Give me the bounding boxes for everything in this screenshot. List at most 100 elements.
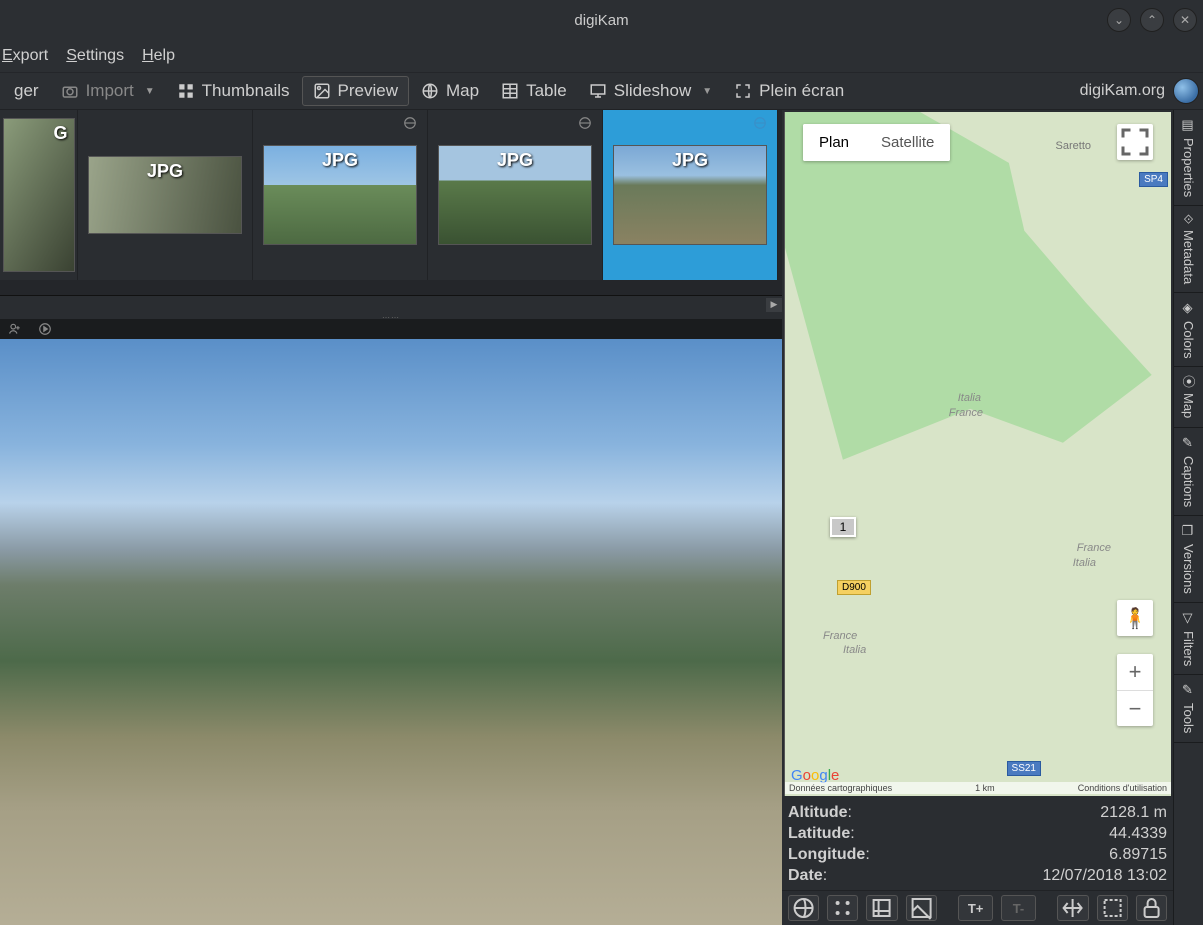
move-button[interactable] — [1057, 895, 1088, 921]
image-button[interactable] — [906, 895, 937, 921]
place-label: France — [1077, 542, 1111, 554]
format-badge: JPG — [672, 150, 708, 171]
place-label: Italia — [1073, 557, 1096, 569]
thumbnail-item[interactable]: JPG — [253, 110, 428, 280]
camera-icon — [61, 82, 79, 100]
menu-help[interactable]: Help — [142, 47, 175, 65]
tab-tools[interactable]: ✎Tools — [1174, 675, 1203, 742]
map-type-plan[interactable]: Plan — [803, 124, 865, 161]
tab-map[interactable]: ⦿Map — [1174, 367, 1203, 427]
format-badge: JPG — [147, 161, 183, 182]
road-label: SS21 — [1007, 761, 1041, 776]
tab-metadata[interactable]: ⟐Metadata — [1174, 206, 1203, 292]
map-fullscreen-button[interactable] — [1117, 124, 1153, 160]
toolbar-fullscreen[interactable]: Plein écran — [724, 77, 854, 105]
toolbar-thumbnails[interactable]: Thumbnails — [167, 77, 300, 105]
tab-filters[interactable]: ▽Filters — [1174, 603, 1203, 675]
map-icon: ⦿ — [1179, 375, 1198, 388]
presentation-icon — [589, 82, 607, 100]
window-title: digiKam — [574, 12, 628, 29]
scroll-right-icon[interactable]: ▶ — [766, 298, 782, 312]
place-label: Italia — [843, 644, 866, 656]
toolbar-import[interactable]: Import▼ — [51, 77, 165, 105]
zoom-in-button[interactable]: + — [1117, 654, 1153, 690]
geo-info-panel: Altitude:2128.1 m Latitude:44.4339 Longi… — [782, 798, 1173, 890]
toolbar-preview[interactable]: Preview — [302, 76, 409, 106]
thumbnail-item[interactable]: JPG — [78, 110, 253, 280]
titlebar: digiKam ⌄ ⌃ ✕ — [0, 0, 1203, 40]
tab-properties[interactable]: ▤Properties — [1174, 110, 1203, 206]
person-add-icon[interactable] — [8, 322, 22, 336]
tab-captions[interactable]: ✎Captions — [1174, 428, 1203, 516]
toolbar-ger[interactable]: ger — [4, 77, 49, 105]
lock-button[interactable] — [1136, 895, 1167, 921]
place-label: Saretto — [1056, 140, 1091, 152]
minimize-button[interactable]: ⌄ — [1107, 8, 1131, 32]
chevron-down-icon: ▼ — [702, 86, 712, 97]
info-row-latitude: Latitude:44.4339 — [788, 823, 1167, 844]
table-icon — [501, 82, 519, 100]
colors-icon: ◈ — [1181, 301, 1196, 316]
tab-versions[interactable]: ❐Versions — [1174, 516, 1203, 603]
map-attribution: Données cartographiques 1 km Conditions … — [785, 782, 1171, 794]
captions-icon: ✎ — [1181, 436, 1196, 451]
map-type-satellite[interactable]: Satellite — [865, 124, 950, 161]
maximize-button[interactable]: ⌃ — [1140, 8, 1164, 32]
tools-icon: ✎ — [1181, 683, 1196, 698]
metadata-icon: ⟐ — [1181, 214, 1196, 224]
thumbstrip-scrollbar[interactable]: ▶ — [0, 296, 782, 313]
preview-image[interactable] — [0, 339, 782, 925]
map-widget[interactable]: Plan Satellite 1 D900 SP4 SS21 Saretto I… — [784, 112, 1171, 796]
fullscreen-icon — [734, 82, 752, 100]
toolbar-table[interactable]: Table — [491, 77, 577, 105]
geo-icon — [403, 116, 417, 130]
thumbnail-item-selected[interactable]: JPG — [603, 110, 778, 280]
text-decrease-button[interactable]: T- — [1001, 895, 1036, 921]
right-panel: Plan Satellite 1 D900 SP4 SS21 Saretto I… — [782, 110, 1173, 925]
filters-icon: ▽ — [1181, 611, 1196, 626]
thumbnail-item[interactable]: G — [0, 110, 78, 280]
grid-icon — [177, 82, 195, 100]
select-button[interactable] — [1097, 895, 1128, 921]
geo-icon — [753, 116, 767, 130]
globe-icon — [421, 82, 439, 100]
toolbar-slideshow[interactable]: Slideshow▼ — [579, 77, 722, 105]
main-toolbar: ger Import▼ Thumbnails Preview Map Table… — [0, 72, 1203, 110]
globe-button[interactable] — [1173, 78, 1199, 104]
map-zoom-controls: + − — [1117, 654, 1153, 726]
properties-icon: ▤ — [1181, 118, 1196, 133]
format-badge: JPG — [497, 150, 533, 171]
info-row-altitude: Altitude:2128.1 m — [788, 802, 1167, 823]
play-icon[interactable] — [38, 322, 52, 336]
map-marker[interactable]: 1 — [830, 517, 856, 537]
info-row-date: Date:12/07/2018 13:02 — [788, 865, 1167, 886]
pegman-button[interactable]: 🧍 — [1117, 600, 1153, 636]
road-label: SP4 — [1139, 172, 1168, 187]
close-button[interactable]: ✕ — [1173, 8, 1197, 32]
map-terrain — [785, 112, 1171, 536]
globe-button[interactable] — [788, 895, 819, 921]
crop-button[interactable] — [866, 895, 897, 921]
format-badge: JPG — [322, 150, 358, 171]
toolbar-map[interactable]: Map — [411, 77, 489, 105]
tab-colors[interactable]: ◈Colors — [1174, 293, 1203, 368]
info-row-longitude: Longitude:6.89715 — [788, 844, 1167, 865]
digikam-link[interactable]: digiKam.org — [1080, 82, 1165, 100]
place-label: Italia — [958, 392, 981, 404]
menubar: Export Settings Help — [0, 40, 1203, 72]
preview-toolbar — [0, 319, 782, 339]
versions-icon: ❐ — [1181, 524, 1196, 539]
menu-export[interactable]: Export — [2, 47, 48, 65]
text-increase-button[interactable]: T+ — [958, 895, 993, 921]
road-label: D900 — [837, 580, 871, 595]
map-type-selector: Plan Satellite — [803, 124, 950, 161]
place-label: France — [823, 630, 857, 642]
chevron-down-icon: ▼ — [145, 86, 155, 97]
right-sidebar-tabs: ▤Properties ⟐Metadata ◈Colors ⦿Map ✎Capt… — [1173, 110, 1203, 925]
thumbnail-strip: G JPG JPG JPG JPG — [0, 110, 782, 296]
zoom-out-button[interactable]: − — [1117, 690, 1153, 726]
menu-settings[interactable]: Settings — [66, 47, 124, 65]
image-icon — [313, 82, 331, 100]
thumbnail-item[interactable]: JPG — [428, 110, 603, 280]
cluster-button[interactable] — [827, 895, 858, 921]
